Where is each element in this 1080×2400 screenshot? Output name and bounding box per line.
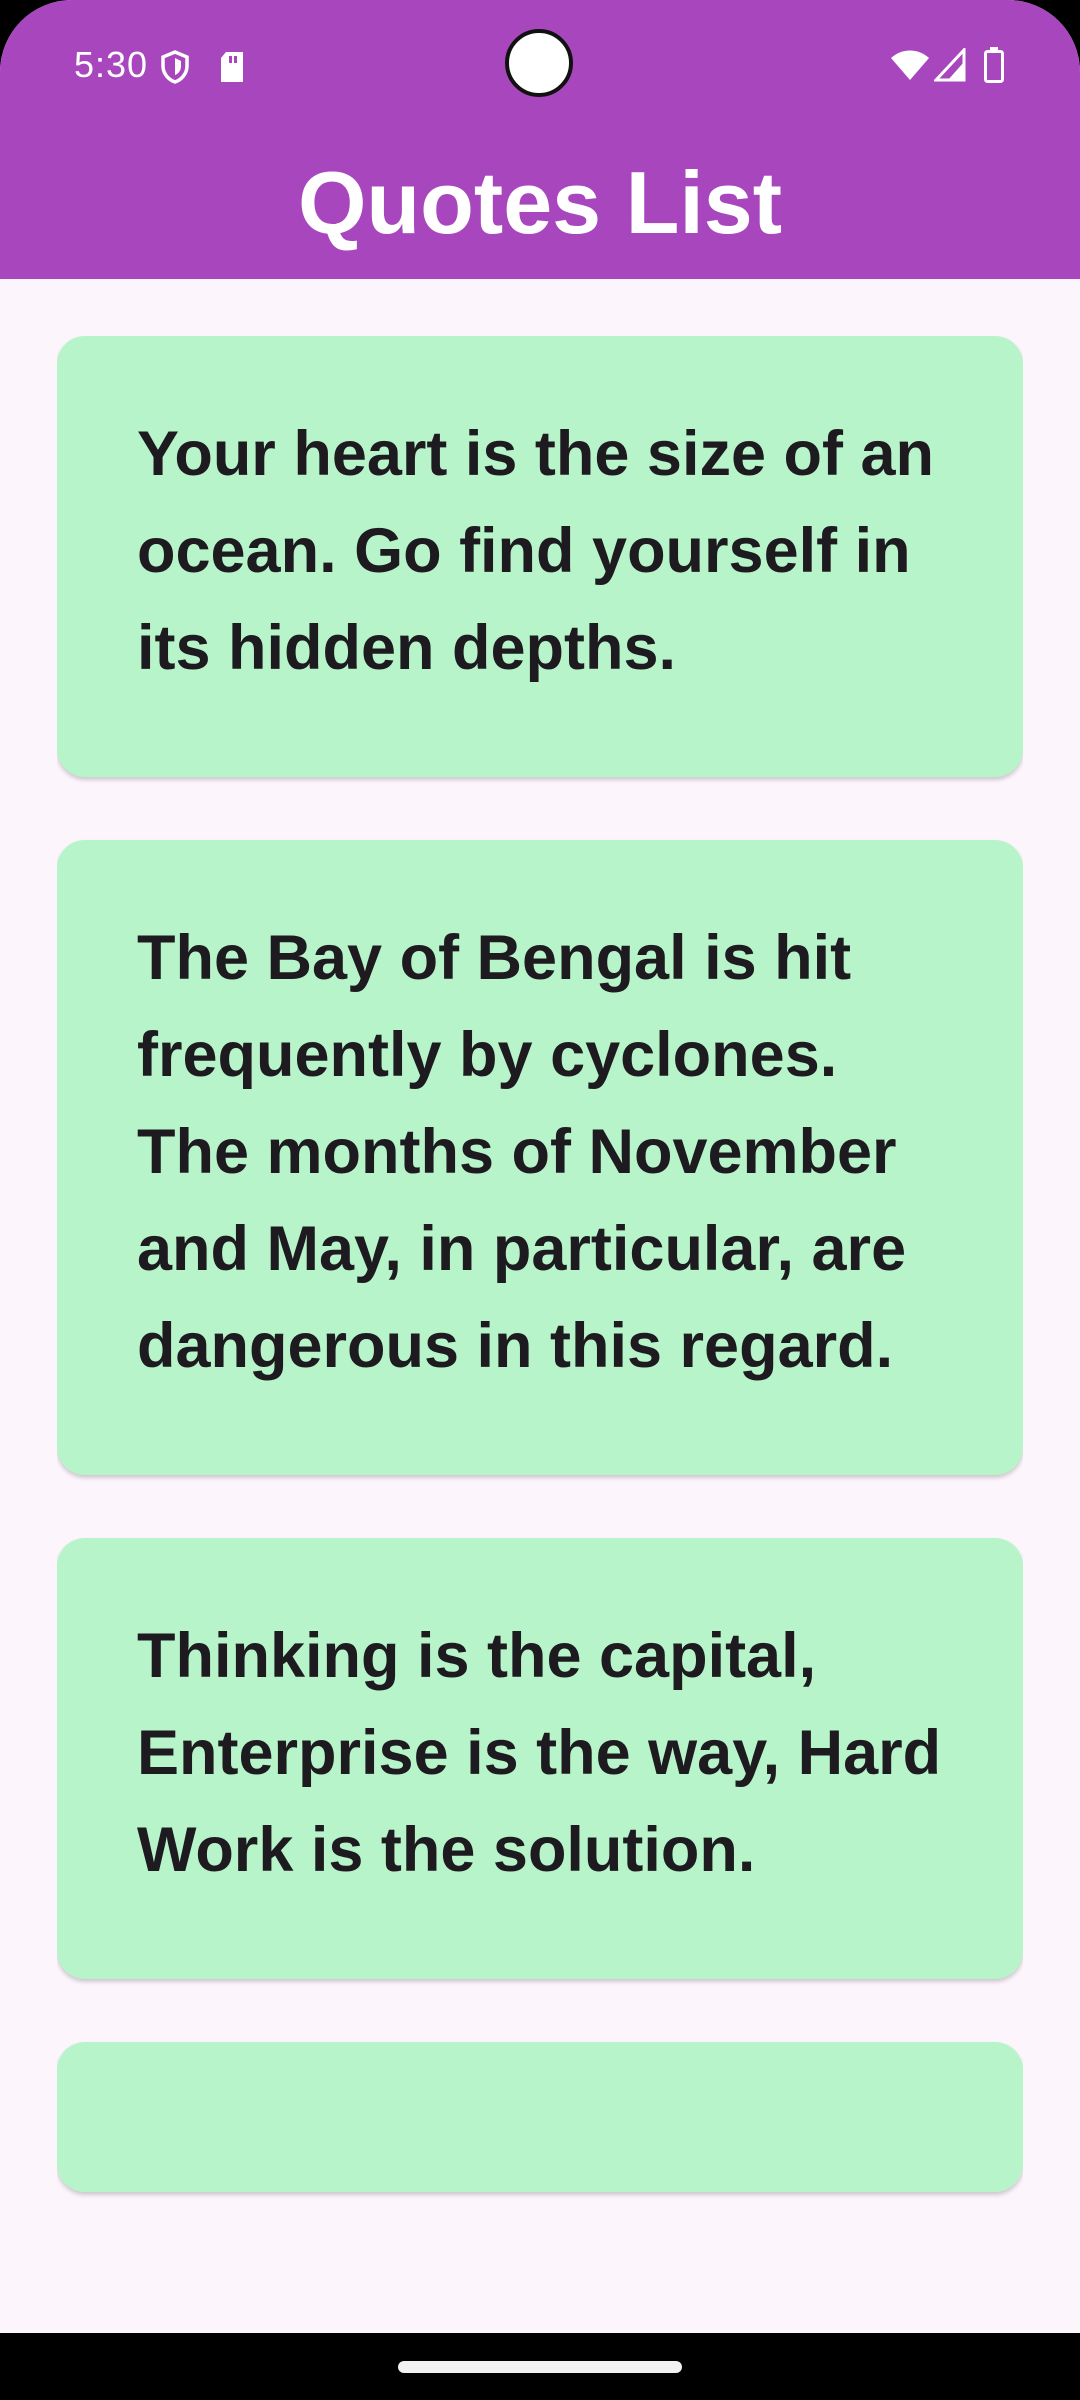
cellular-signal-icon bbox=[932, 46, 966, 87]
app-screen: 5:30 Quotes List Your heart is the size … bbox=[0, 0, 1080, 2400]
shield-icon bbox=[160, 50, 190, 89]
quote-card[interactable] bbox=[57, 2042, 1023, 2192]
battery-icon bbox=[983, 46, 1005, 89]
quote-list[interactable]: Your heart is the size of an ocean. Go f… bbox=[57, 336, 1023, 2310]
quote-card[interactable]: Your heart is the size of an ocean. Go f… bbox=[57, 336, 1023, 777]
quote-card[interactable]: Thinking is the capital, Enterprise is t… bbox=[57, 1538, 1023, 1979]
sd-card-icon bbox=[218, 50, 246, 89]
wifi-icon bbox=[890, 48, 930, 87]
app-bar: 5:30 Quotes List bbox=[0, 0, 1080, 279]
quote-card[interactable]: The Bay of Bengal is hit frequently by c… bbox=[57, 840, 1023, 1475]
quote-text: The Bay of Bengal is hit frequently by c… bbox=[137, 923, 907, 1381]
home-gesture-handle[interactable] bbox=[398, 2361, 682, 2373]
quote-text: Your heart is the size of an ocean. Go f… bbox=[137, 419, 935, 683]
page-title: Quotes List bbox=[297, 153, 783, 252]
status-bar: 5:30 bbox=[0, 0, 1080, 132]
camera-cutout bbox=[505, 29, 573, 97]
status-time: 5:30 bbox=[74, 44, 149, 85]
quote-text: Thinking is the capital, Enterprise is t… bbox=[137, 1621, 942, 1885]
